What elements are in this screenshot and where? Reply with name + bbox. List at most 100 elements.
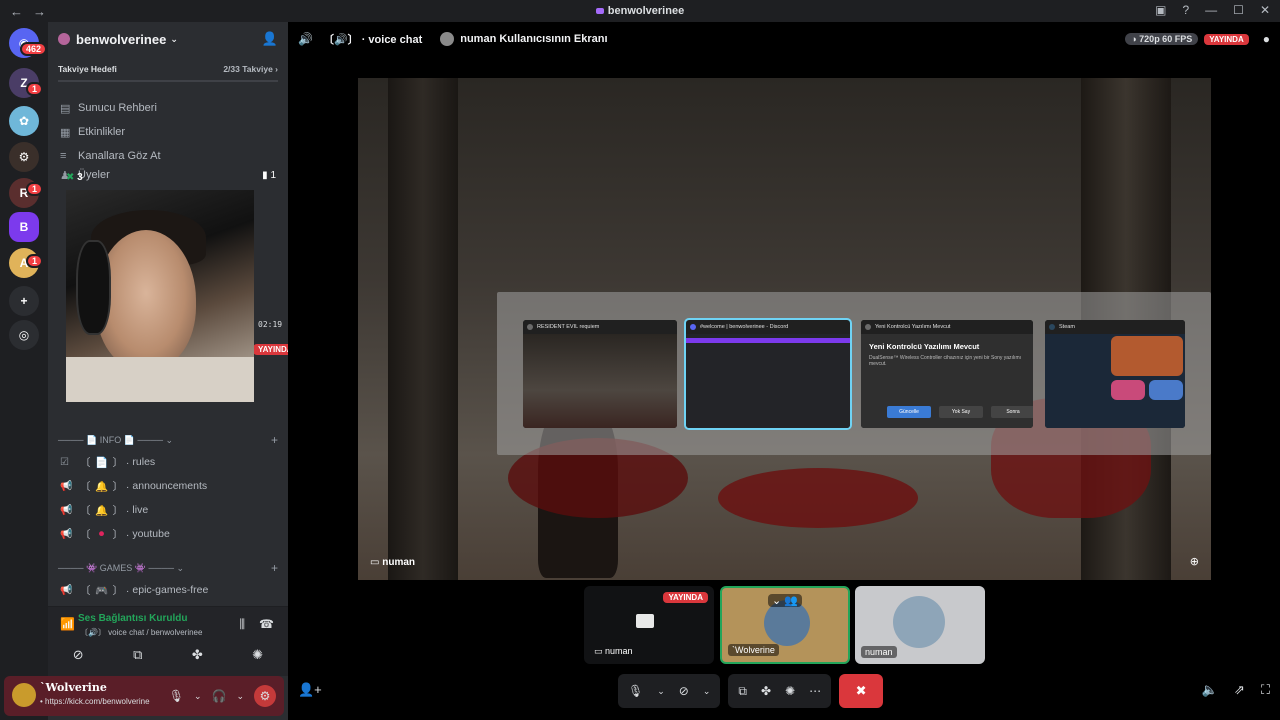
switcher-window-controller[interactable]: Yeni Kontrolcü Yazılımı Mevcut Yeni Kont…	[861, 320, 1033, 428]
chevron-down-icon[interactable]: ⌄	[236, 691, 244, 702]
more-icon[interactable]: ⋯	[809, 684, 821, 698]
chat-bubble-icon[interactable]: ●	[1263, 32, 1270, 46]
add-channel-icon[interactable]: +	[271, 561, 278, 575]
camera-off-icon[interactable]: ⊘	[679, 684, 689, 698]
nav-events[interactable]: ▦ Etkinlikler	[48, 120, 288, 144]
chevron-down-icon[interactable]: ⌄	[194, 691, 202, 702]
server-icon-3[interactable]: ⚙	[9, 142, 39, 172]
server-icon-2[interactable]: ✿	[9, 106, 39, 136]
username[interactable]: `Wolverine	[40, 681, 107, 694]
server-icon-benwolverinee[interactable]: B	[9, 212, 39, 242]
add-member-icon[interactable]: 👤	[262, 31, 278, 47]
maximize-button[interactable]: ☐	[1233, 3, 1244, 17]
disconnect-icon[interactable]: ☎	[259, 617, 274, 632]
switcher-window-steam[interactable]: Steam	[1045, 320, 1185, 428]
boost-progress: 2/33 Takviye ›	[223, 64, 278, 74]
members-count-purple: ▮ 1	[262, 169, 276, 181]
activities-icon[interactable]: ✤	[761, 684, 771, 698]
chevron-down-icon[interactable]: ⌄	[703, 686, 711, 697]
avatar	[893, 596, 945, 648]
dialog-buttons: Güncelle Yok Say Sonra	[887, 406, 1033, 418]
disconnect-button[interactable]: ✖	[839, 674, 884, 708]
channel-rules[interactable]: ☑ 〔 📄 〕 · rules	[48, 450, 288, 474]
megaphone-icon: 📢	[60, 528, 73, 540]
microphone-icon[interactable]: 🎙	[628, 684, 643, 698]
noise-suppression-icon[interactable]: ⫼	[240, 617, 246, 632]
speaker-icon: 🔊	[298, 32, 313, 46]
nav-members[interactable]: ♟ Üyeler ▮ 1	[48, 168, 288, 182]
tile-options-icon[interactable]: ⌄ 👥	[768, 594, 802, 607]
camera-off-icon[interactable]: ⊘	[73, 647, 84, 663]
screen-share-icon[interactable]: ⧉	[133, 647, 142, 663]
compass-icon: ◎	[18, 328, 30, 342]
headphones-icon[interactable]: 🎧	[212, 689, 227, 703]
chevron-down-icon[interactable]: ⌄	[657, 686, 665, 697]
participant-tile-stream[interactable]: YAYINDA ▭ numan	[584, 586, 714, 664]
voice-status[interactable]: Ses Bağlantısı Kuruldu	[78, 613, 187, 624]
zoom-icon[interactable]: ⊕	[1190, 555, 1199, 568]
channel-name: rules	[132, 456, 156, 468]
avatar[interactable]	[12, 683, 36, 707]
microphone-icon[interactable]: 🎙	[169, 689, 184, 703]
boost-goal[interactable]: Takviye Hedefi 2/33 Takviye ›	[58, 64, 278, 74]
explore-servers-button[interactable]: ◎	[9, 320, 39, 350]
activities-icon[interactable]: ✤	[192, 647, 203, 663]
help-icon[interactable]: ?	[1182, 3, 1189, 17]
invite-to-voice-icon[interactable]: 👤+	[298, 682, 322, 698]
category-name: ──── 👾 GAMES 👾 ──── ⌄	[58, 562, 184, 573]
minimize-button[interactable]: —	[1205, 3, 1217, 17]
channel-name: announcements	[132, 480, 208, 492]
channel-emoji: 🔔	[94, 480, 109, 493]
megaphone-icon: 📢	[60, 480, 73, 492]
app-icon	[865, 324, 871, 330]
channel-epic-games-free[interactable]: 📢 〔 🎮 〕 · epic-games-free	[48, 578, 288, 602]
channel-name: youtube	[132, 528, 170, 540]
channel-name: epic-games-free	[132, 584, 209, 596]
call-controls: 🎙 ⌄ ⊘ ⌄ ⧉ ✤ ✺ ⋯ ✖	[618, 674, 884, 708]
server-name: benwolverinee	[76, 31, 167, 47]
channel-name: live	[132, 504, 149, 516]
add-channel-icon[interactable]: +	[271, 433, 278, 447]
server-rail: ◉ 462 Z 1 ✿ ⚙ R 1 B A 1 + ◎	[0, 22, 48, 720]
server-badge-5: 1	[26, 254, 44, 268]
category-name: ──── 📄 INFO 📄 ──── ⌄	[58, 434, 173, 445]
inbox-icon[interactable]: ▣	[1155, 3, 1166, 17]
webcam-face	[96, 230, 196, 370]
audio-video-group: 🎙 ⌄ ⊘ ⌄	[618, 674, 721, 708]
window-preview	[686, 334, 850, 428]
voice-channel-path[interactable]: 〔🔊〕 voice chat / benwolverinee	[80, 627, 202, 638]
participant-tile-self[interactable]: ⌄ 👥 `Wolverine	[720, 586, 850, 664]
participant-label: `Wolverine	[728, 644, 779, 656]
close-window-button[interactable]: ✕	[1260, 3, 1270, 17]
switcher-window-discord[interactable]: #welcome | benwolverinee - Discord	[684, 318, 852, 430]
fullscreen-icon[interactable]: ⛶	[1261, 682, 1270, 698]
switcher-window-game[interactable]: RESIDENT EVIL requiem	[523, 320, 677, 428]
channel-youtube[interactable]: 📢 〔 ⏺ 〕 · youtube	[48, 522, 288, 546]
nav-label: Sunucu Rehberi	[78, 102, 157, 114]
add-server-button[interactable]: +	[9, 286, 39, 316]
participant-tile-numan[interactable]: numan	[855, 586, 985, 664]
user-controls: 🎙 ⌄ 🎧 ⌄ ⚙	[169, 685, 276, 707]
stream-info: ◑ 720p 60 FPS YAYINDA ●	[1125, 32, 1270, 46]
nav-server-guide[interactable]: ▤ Sunucu Rehberi	[48, 96, 288, 120]
megaphone-icon: 📢	[60, 584, 73, 596]
channel-announcements[interactable]: 📢 〔 🔔 〕 · announcements	[48, 474, 288, 498]
category-info[interactable]: ──── 📄 INFO 📄 ──── ⌄ +	[48, 430, 288, 450]
later-button: Sonra	[991, 406, 1033, 418]
signal-icon[interactable]: 📶	[60, 617, 75, 631]
steam-tile	[1149, 380, 1183, 400]
popout-icon[interactable]: ⇗	[1234, 682, 1245, 698]
soundboard-icon[interactable]: ✺	[785, 684, 795, 698]
server-header[interactable]: benwolverinee ⌄ 👤	[48, 22, 288, 56]
category-games[interactable]: ──── 👾 GAMES 👾 ──── ⌄ +	[48, 558, 288, 578]
user-panel: `Wolverine • https://kick.com/benwolveri…	[4, 676, 284, 716]
channel-live[interactable]: 📢 〔 🔔 〕 · live	[48, 498, 288, 522]
soundboard-icon[interactable]: ✺	[252, 647, 263, 663]
gear-icon[interactable]: ⚙	[254, 685, 276, 707]
screen-share-label: numan Kullanıcısının Ekranı	[460, 33, 608, 45]
screen-share-icon[interactable]: ⧉	[738, 684, 747, 699]
nav-browse-channels[interactable]: ≡ Kanallara Göz At	[48, 144, 288, 168]
dialog-heading: Yeni Kontrolcü Yazılımı Mevcut	[869, 342, 980, 351]
volume-icon[interactable]: 🔈	[1202, 682, 1218, 698]
screen-share-stream[interactable]: ▭ numan ⊕ RESIDENT EVIL requiem #welcome…	[358, 78, 1211, 580]
